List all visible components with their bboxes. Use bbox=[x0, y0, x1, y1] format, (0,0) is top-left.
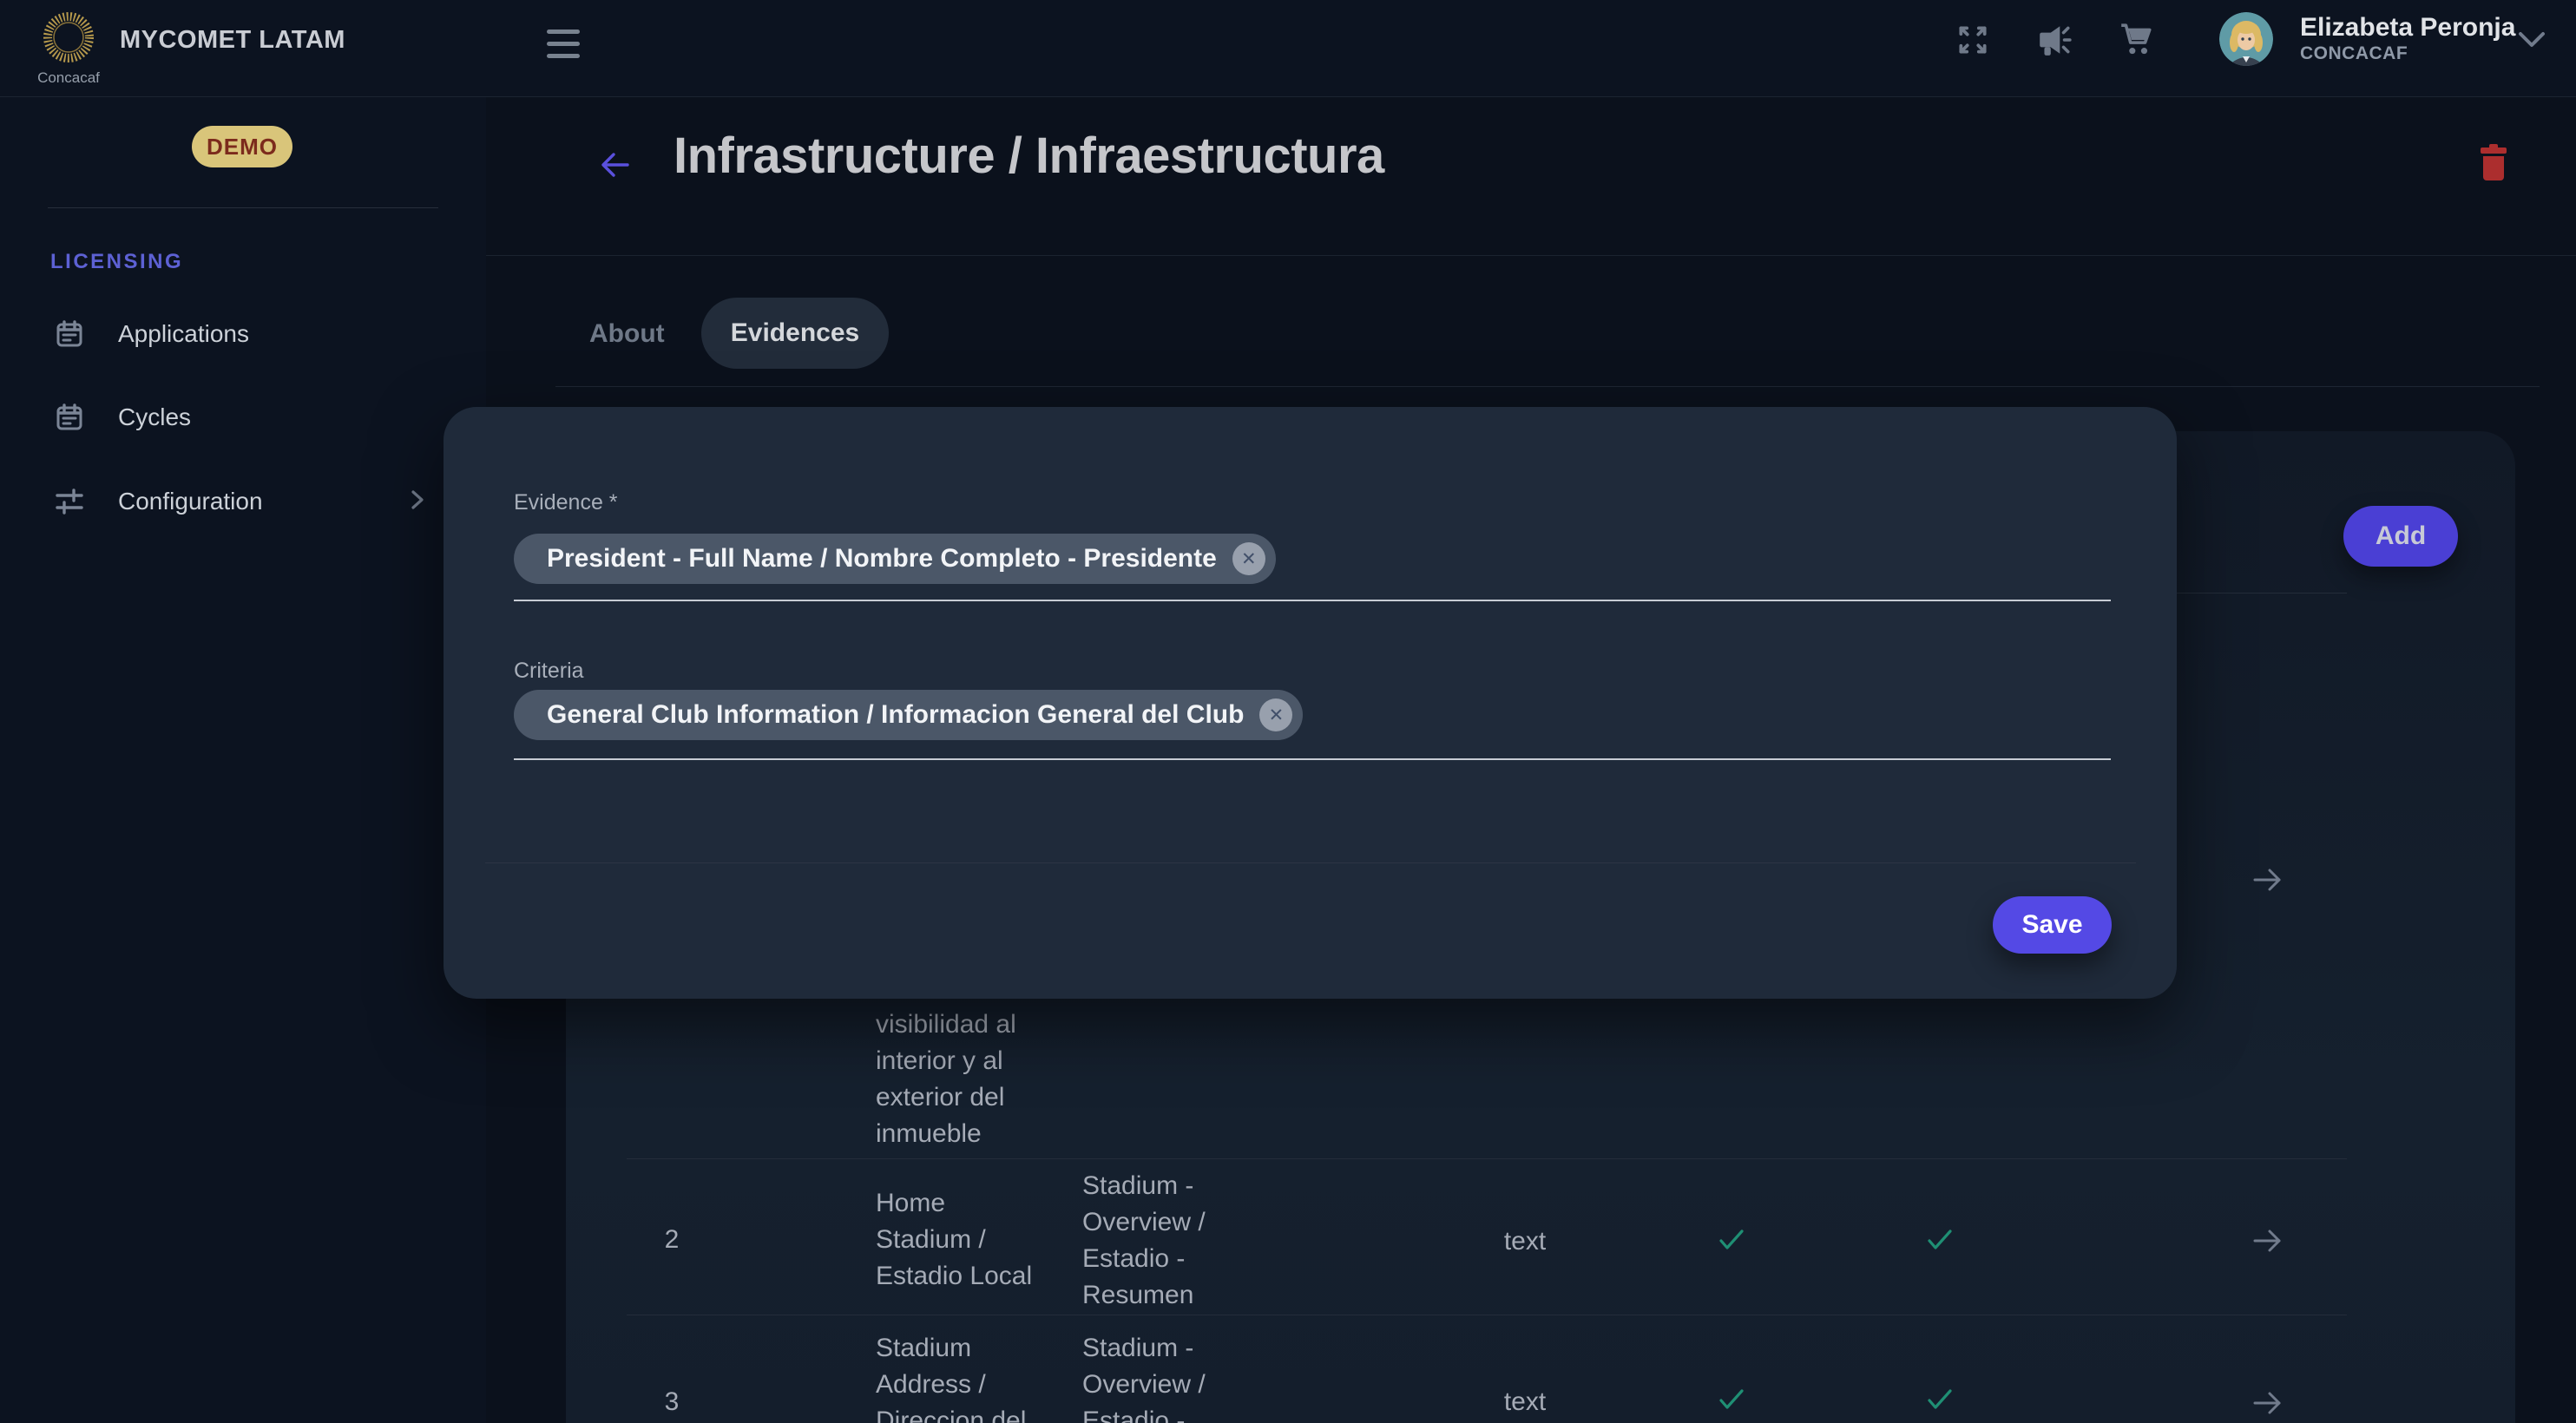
concacaf-logo bbox=[40, 9, 97, 66]
sidebar-section-label: LICENSING bbox=[50, 250, 183, 274]
check-icon bbox=[1718, 1387, 1745, 1417]
sidebar: DEMO LICENSING Applications Cycles bbox=[0, 97, 486, 1423]
demo-badge: DEMO bbox=[192, 126, 292, 167]
arrow-right-icon bbox=[2252, 1227, 2284, 1255]
fullscreen-button[interactable] bbox=[1955, 22, 1991, 62]
sidebar-item-cycles[interactable]: Cycles bbox=[54, 400, 191, 435]
evidence-dialog: Evidence * President - Full Name / Nombr… bbox=[444, 407, 2177, 999]
arrow-right-icon bbox=[2252, 1389, 2284, 1417]
remove-evidence-button[interactable]: ✕ bbox=[1232, 542, 1265, 575]
row-open-button[interactable] bbox=[2252, 1227, 2284, 1259]
tab-about[interactable]: About bbox=[589, 319, 665, 349]
dialog-footer-divider bbox=[485, 862, 2136, 863]
calendar-icon bbox=[54, 402, 85, 433]
menu-toggle-button[interactable] bbox=[547, 30, 580, 58]
sliders-icon bbox=[54, 486, 85, 517]
row-criteria: Stadium - Overview / Estadio - bbox=[1082, 1330, 1206, 1423]
back-arrow-icon bbox=[596, 146, 634, 184]
announcements-button[interactable] bbox=[2036, 22, 2073, 62]
sidebar-item-label: Applications bbox=[118, 320, 249, 348]
row-type: text bbox=[1482, 1223, 1568, 1260]
chevron-right-icon bbox=[408, 486, 427, 514]
criteria-chip-value: General Club Information / Informacion G… bbox=[547, 700, 1244, 730]
add-button[interactable]: Add bbox=[2343, 506, 2458, 567]
cart-button[interactable] bbox=[2118, 22, 2154, 62]
save-button[interactable]: Save bbox=[1993, 896, 2112, 954]
user-org: CONCACAF bbox=[2300, 43, 2408, 64]
concacaf-logo-icon bbox=[40, 9, 97, 66]
brand-title: MYCOMET LATAM bbox=[120, 26, 345, 55]
user-menu-button[interactable] bbox=[2515, 29, 2548, 56]
sidebar-item-applications[interactable]: Applications bbox=[54, 317, 249, 351]
evidence-label: Evidence * bbox=[514, 490, 618, 515]
table-divider bbox=[627, 1158, 2347, 1159]
hamburger-icon bbox=[547, 30, 580, 34]
row-name: Home Stadium / Estadio Local bbox=[876, 1185, 1032, 1295]
user-name: Elizabeta Peronja bbox=[2300, 13, 2515, 43]
criteria-label: Criteria bbox=[514, 659, 584, 684]
sidebar-item-label: Cycles bbox=[118, 403, 191, 431]
arrow-right-icon bbox=[2252, 866, 2284, 894]
evidence-field-underline bbox=[514, 600, 2111, 601]
avatar[interactable] bbox=[2219, 12, 2273, 66]
check-icon bbox=[1926, 1227, 1954, 1257]
fullscreen-icon bbox=[1955, 22, 1991, 58]
row-type: text bbox=[1482, 1384, 1568, 1420]
evidence-chip-value: President - Full Name / Nombre Completo … bbox=[547, 544, 1217, 574]
calendar-icon bbox=[54, 318, 85, 350]
sidebar-item-label: Configuration bbox=[118, 488, 263, 515]
criteria-chip[interactable]: General Club Information / Informacion G… bbox=[514, 690, 1303, 740]
trash-icon bbox=[2479, 144, 2508, 180]
criteria-field-underline bbox=[514, 758, 2111, 760]
tab-evidences[interactable]: Evidences bbox=[701, 298, 889, 369]
app-root: Concacaf MYCOMET LATAM bbox=[0, 0, 2576, 1423]
megaphone-icon bbox=[2036, 22, 2073, 58]
check-icon bbox=[1718, 1227, 1745, 1257]
evidence-chip[interactable]: President - Full Name / Nombre Completo … bbox=[514, 534, 1276, 584]
remove-criteria-button[interactable]: ✕ bbox=[1259, 698, 1292, 731]
sidebar-item-configuration[interactable]: Configuration bbox=[54, 484, 263, 519]
configuration-expand[interactable] bbox=[408, 486, 427, 518]
top-bar: Concacaf MYCOMET LATAM bbox=[0, 0, 2576, 97]
avatar-image bbox=[2219, 12, 2273, 66]
row-number: 2 bbox=[653, 1222, 691, 1258]
row-open-button[interactable] bbox=[2252, 1389, 2284, 1421]
row-criteria: Stadium - Overview / Estadio - Resumen bbox=[1082, 1168, 1206, 1314]
header-divider bbox=[486, 255, 2576, 256]
page-title: Infrastructure / Infraestructura bbox=[674, 127, 1384, 185]
row1-description: visibilidad al interior y al exterior de… bbox=[876, 1007, 1016, 1152]
cart-icon bbox=[2118, 22, 2154, 58]
chevron-down-icon bbox=[2515, 29, 2548, 51]
row-number: 3 bbox=[653, 1384, 691, 1420]
delete-button[interactable] bbox=[2479, 144, 2508, 185]
sidebar-divider bbox=[48, 207, 438, 208]
back-button[interactable] bbox=[596, 146, 634, 188]
logo-caption: Concacaf bbox=[31, 69, 106, 87]
row-name: Stadium Address / Direccion del bbox=[876, 1330, 1026, 1423]
tabs-divider bbox=[555, 386, 2540, 387]
row-open-button[interactable] bbox=[2252, 866, 2284, 898]
check-icon bbox=[1926, 1387, 1954, 1417]
